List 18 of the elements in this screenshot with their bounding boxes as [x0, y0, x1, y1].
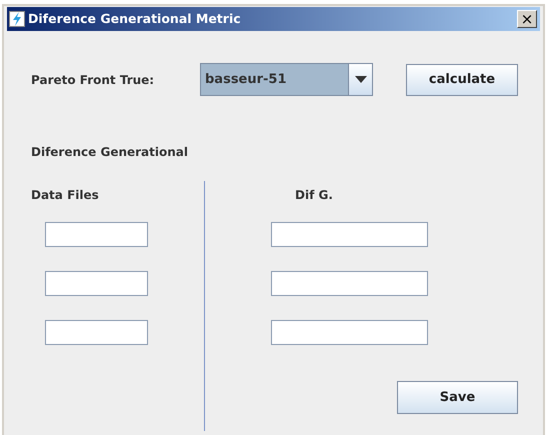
calculate-button[interactable]: calculate [406, 64, 518, 96]
dropdown-arrow-icon[interactable] [354, 76, 366, 83]
window-title: Diference Generational Metric [28, 10, 241, 28]
data-file-field[interactable] [45, 271, 148, 296]
column-heading: Data Files [31, 187, 100, 204]
data-file-field[interactable] [45, 320, 148, 345]
pareto-dropdown[interactable]: basseur-51 [200, 63, 373, 96]
pareto-label: Pareto Front True: [31, 72, 156, 88]
data-file-field[interactable] [45, 222, 148, 247]
dropdown-value: basseur-51 [204, 71, 288, 89]
close-button[interactable]: × [517, 10, 537, 28]
dif-g-field[interactable] [271, 320, 428, 345]
section-title: Diference Generational [31, 144, 189, 161]
save-button[interactable]: Save [397, 381, 518, 414]
column-heading: Dif G. [295, 187, 334, 204]
dif-g-field[interactable] [271, 222, 428, 247]
lightning-icon [9, 11, 25, 27]
dif-g-field[interactable] [271, 271, 428, 296]
